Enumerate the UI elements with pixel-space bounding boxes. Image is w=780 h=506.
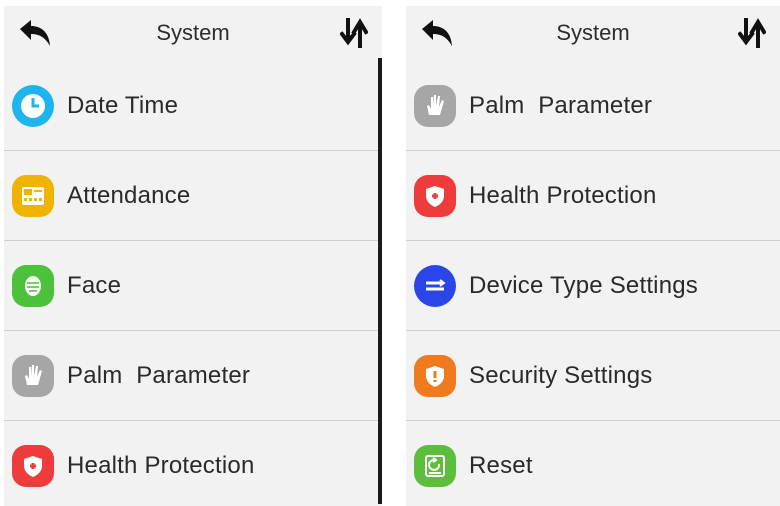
back-arrow-icon[interactable] <box>420 19 454 47</box>
face-icon <box>12 265 54 307</box>
scrollbar[interactable] <box>378 58 382 504</box>
security-shield-icon <box>414 355 456 397</box>
shield-icon <box>12 445 54 487</box>
menu-item-label: Health Protection <box>469 181 657 209</box>
menu-item-health-protection[interactable]: Health Protection <box>4 420 382 506</box>
sort-arrows-icon[interactable] <box>738 18 766 48</box>
menu-item-label: Health Protection <box>67 451 255 479</box>
attendance-icon <box>12 175 54 217</box>
menu-item-security-settings[interactable]: Security Settings <box>406 330 780 420</box>
menu-list: Palm Parameter Health Protection Device … <box>406 61 780 506</box>
menu-item-device-type-settings[interactable]: Device Type Settings <box>406 240 780 330</box>
page-title: System <box>156 19 230 45</box>
sort-arrows-icon[interactable] <box>340 18 368 48</box>
menu-item-label: Palm Parameter <box>469 91 653 119</box>
menu-item-attendance[interactable]: Attendance <box>4 150 382 240</box>
clock-icon <box>12 85 54 127</box>
menu-item-label: Attendance <box>67 181 191 209</box>
menu-item-label: Face <box>67 271 122 299</box>
menu-item-label: Security Settings <box>469 361 653 389</box>
menu-item-reset[interactable]: Reset <box>406 420 780 506</box>
shield-icon <box>414 175 456 217</box>
menu-item-palm-parameter[interactable]: Palm Parameter <box>4 330 382 420</box>
system-screen-right: System Palm Parameter Health Protection … <box>406 6 780 506</box>
menu-item-palm-parameter[interactable]: Palm Parameter <box>406 61 780 150</box>
menu-item-date-time[interactable]: Date Time <box>4 61 382 150</box>
menu-item-label: Palm Parameter <box>67 361 251 389</box>
palm-icon <box>414 85 456 127</box>
palm-icon <box>12 355 54 397</box>
system-screen-left: System Date Time Attendance Face Palm Pa… <box>4 6 382 506</box>
menu-item-label: Reset <box>469 451 533 479</box>
menu-item-label: Device Type Settings <box>469 271 699 299</box>
reset-icon <box>414 445 456 487</box>
back-arrow-icon[interactable] <box>18 19 52 47</box>
menu-item-face[interactable]: Face <box>4 240 382 330</box>
header: System <box>4 6 382 59</box>
header: System <box>406 6 780 59</box>
menu-item-label: Date Time <box>67 91 179 119</box>
menu-item-health-protection[interactable]: Health Protection <box>406 150 780 240</box>
device-type-icon <box>414 265 456 307</box>
page-title: System <box>556 19 630 45</box>
menu-list: Date Time Attendance Face Palm Parameter… <box>4 61 382 506</box>
